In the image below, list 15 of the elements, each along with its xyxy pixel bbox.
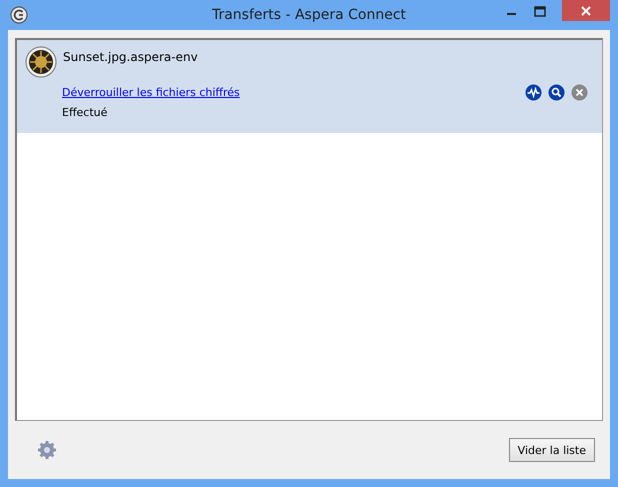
- transfer-status: Effectué: [61, 106, 108, 119]
- window-title: Transferts - Aspera Connect: [212, 7, 406, 23]
- file-name: Sunset.jpg.aspera-env: [63, 50, 198, 64]
- maximize-icon[interactable]: [534, 6, 546, 18]
- unlock-link[interactable]: Déverrouiller les fichiers chiffrés: [62, 86, 240, 99]
- clear-list-button[interactable]: Vider la liste: [508, 438, 595, 462]
- lock-file-icon: [25, 46, 57, 78]
- close-icon[interactable]: [571, 84, 588, 101]
- transfer-item[interactable]: Sunset.jpg.aspera-env Déverrouiller les fichiers chiffrés Effectué: [17, 40, 602, 133]
- search-icon[interactable]: [548, 84, 565, 101]
- close-button[interactable]: [562, 0, 610, 21]
- close-icon: [580, 4, 592, 16]
- activity-icon[interactable]: [525, 84, 542, 101]
- app-icon[interactable]: [10, 6, 28, 24]
- settings-icon[interactable]: [37, 440, 57, 460]
